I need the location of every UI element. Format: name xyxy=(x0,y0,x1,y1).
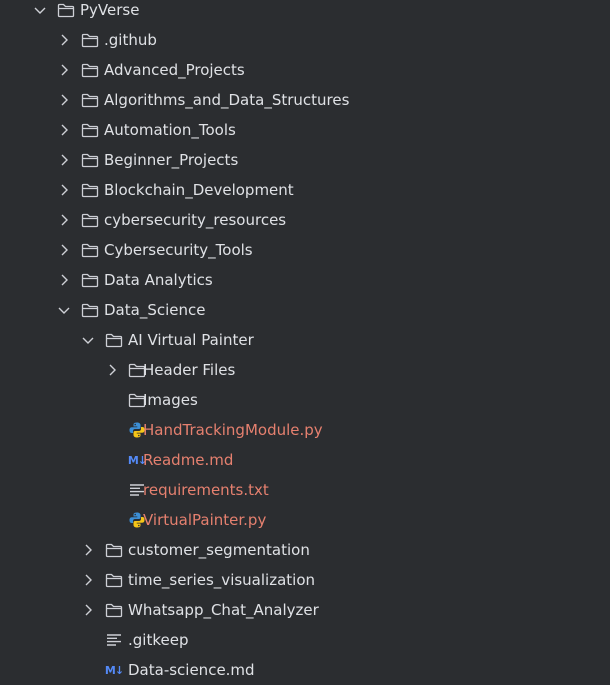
tree-item-label: requirements.txt xyxy=(143,481,269,499)
tree-item-label: Readme.md xyxy=(143,451,234,469)
tree-item[interactable]: M↓ Readme.md xyxy=(0,445,610,475)
tree-item[interactable]: M↓ Data-science.md xyxy=(0,655,610,685)
tree-item-label: Cybersecurity_Tools xyxy=(104,241,253,259)
tree-item[interactable]: Advanced_Projects xyxy=(0,55,610,85)
folder-icon xyxy=(81,92,99,108)
tree-item-label: Algorithms_and_Data_Structures xyxy=(104,91,350,109)
folder-icon xyxy=(81,212,99,228)
tree-item[interactable]: time_series_visualization xyxy=(0,565,610,595)
tree-item[interactable]: Beginner_Projects xyxy=(0,145,610,175)
tree-item[interactable]: Algorithms_and_Data_Structures xyxy=(0,85,610,115)
tree-item[interactable]: HandTrackingModule.py xyxy=(0,415,610,445)
tree-item[interactable]: Cybersecurity_Tools xyxy=(0,235,610,265)
tree-item[interactable]: customer_segmentation xyxy=(0,535,610,565)
chevron-right-icon[interactable] xyxy=(57,33,71,47)
tree-item-label: HandTrackingModule.py xyxy=(143,421,323,439)
folder-icon xyxy=(81,62,99,78)
project-tree: PyVerse .github Advanced_Projects Algorithm… xyxy=(0,0,610,685)
tree-item[interactable]: VirtualPainter.py xyxy=(0,505,610,535)
folder-icon xyxy=(81,302,99,318)
tree-item[interactable]: .github xyxy=(0,25,610,55)
folder-icon xyxy=(105,542,123,558)
chevron-right-icon[interactable] xyxy=(57,153,71,167)
tree-item-label: Blockchain_Development xyxy=(104,181,294,199)
tree-item-label: Whatsapp_Chat_Analyzer xyxy=(128,601,319,619)
chevron-right-icon[interactable] xyxy=(57,243,71,257)
tree-item[interactable]: .gitkeep xyxy=(0,625,610,655)
text-file-icon xyxy=(105,632,123,648)
folder-icon xyxy=(81,152,99,168)
tree-item-label: PyVerse xyxy=(80,1,140,19)
chevron-right-icon[interactable] xyxy=(57,93,71,107)
tree-item-label: .github xyxy=(104,31,157,49)
chevron-right-icon[interactable] xyxy=(105,363,119,377)
tree-item[interactable]: AI Virtual Painter xyxy=(0,325,610,355)
folder-icon xyxy=(81,272,99,288)
chevron-right-icon[interactable] xyxy=(57,123,71,137)
tree-item[interactable]: Header Files xyxy=(0,355,610,385)
tree-item-label: Data_Science xyxy=(104,301,206,319)
tree-item[interactable]: Images xyxy=(0,385,610,415)
chevron-right-icon[interactable] xyxy=(81,543,95,557)
chevron-right-icon[interactable] xyxy=(81,603,95,617)
chevron-right-icon[interactable] xyxy=(81,573,95,587)
folder-icon xyxy=(57,2,75,18)
folder-icon xyxy=(81,32,99,48)
folder-icon xyxy=(105,602,123,618)
tree-item[interactable]: cybersecurity_resources xyxy=(0,205,610,235)
tree-item[interactable]: Data_Science xyxy=(0,295,610,325)
tree-item-label: Data Analytics xyxy=(104,271,213,289)
tree-item-label: time_series_visualization xyxy=(128,571,316,589)
chevron-right-icon[interactable] xyxy=(57,63,71,77)
tree-item-label: AI Virtual Painter xyxy=(128,331,254,349)
chevron-right-icon[interactable] xyxy=(57,213,71,227)
chevron-down-icon[interactable] xyxy=(81,333,95,347)
tree-item-label: VirtualPainter.py xyxy=(143,511,267,529)
tree-item[interactable]: Automation_Tools xyxy=(0,115,610,145)
tree-item-label: Beginner_Projects xyxy=(104,151,239,169)
tree-item-label: customer_segmentation xyxy=(128,541,310,559)
tree-item[interactable]: Data Analytics xyxy=(0,265,610,295)
chevron-down-icon[interactable] xyxy=(33,3,47,17)
chevron-right-icon[interactable] xyxy=(57,273,71,287)
tree-item[interactable]: Blockchain_Development xyxy=(0,175,610,205)
folder-icon xyxy=(81,182,99,198)
tree-item-label: .gitkeep xyxy=(128,631,189,649)
tree-item-label: cybersecurity_resources xyxy=(104,211,287,229)
chevron-down-icon[interactable] xyxy=(57,303,71,317)
folder-icon xyxy=(105,572,123,588)
tree-item-label: Automation_Tools xyxy=(104,121,236,139)
tree-item[interactable]: Whatsapp_Chat_Analyzer xyxy=(0,595,610,625)
tree-item[interactable]: requirements.txt xyxy=(0,475,610,505)
tree-item-label: Advanced_Projects xyxy=(104,61,245,79)
tree-item-label: Header Files xyxy=(143,361,236,379)
tree-item-label: Images xyxy=(143,391,198,409)
markdown-file-icon: M↓ xyxy=(104,663,124,677)
folder-icon xyxy=(81,122,99,138)
chevron-right-icon[interactable] xyxy=(57,183,71,197)
tree-item-label: Data-science.md xyxy=(128,661,255,679)
folder-icon xyxy=(81,242,99,258)
folder-icon xyxy=(105,332,123,348)
tree-item[interactable]: PyVerse xyxy=(0,0,610,25)
